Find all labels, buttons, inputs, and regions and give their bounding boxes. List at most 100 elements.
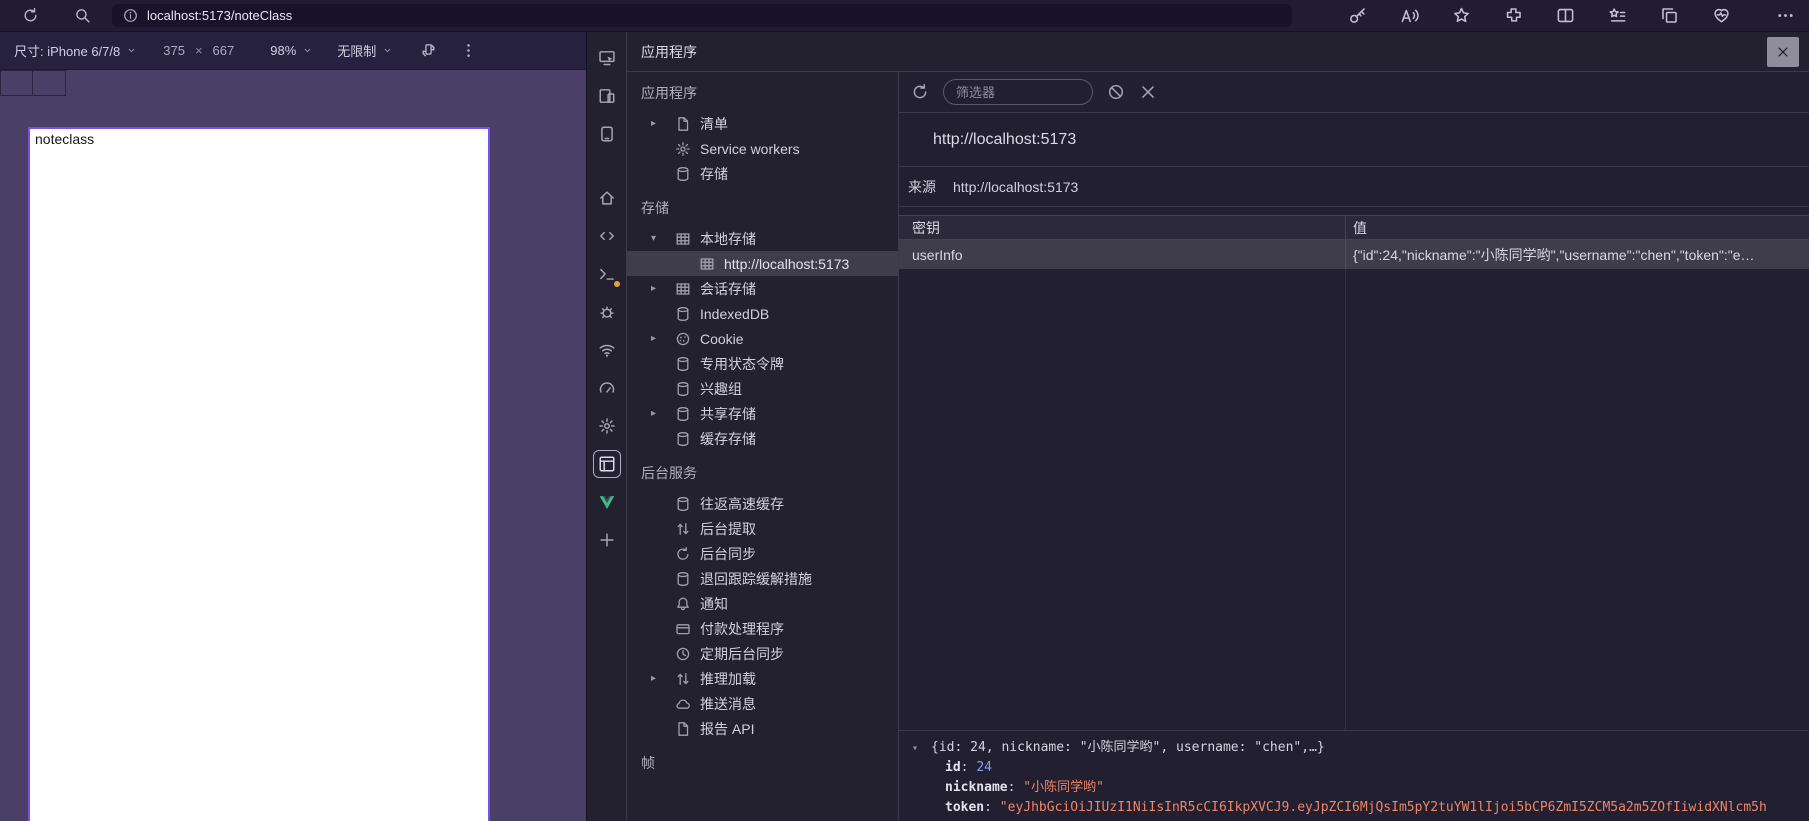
- zoom-select[interactable]: 98%: [270, 43, 313, 58]
- document-icon: [675, 721, 691, 737]
- table-row[interactable]: userInfo {"id":24,"nickname":"小陈同学哟","us…: [899, 240, 1809, 269]
- chevron-down-icon[interactable]: ▾: [912, 739, 931, 759]
- times-sign: ×: [194, 43, 203, 58]
- filter-input[interactable]: [943, 79, 1093, 105]
- close-icon: [1776, 45, 1790, 59]
- tree-item-local-storage[interactable]: 本地存储: [627, 226, 898, 251]
- rotate-device-icon[interactable]: [415, 38, 441, 64]
- application-sidebar: 应用程序 清单 Service workers 存储: [627, 72, 899, 821]
- viewport-width-input[interactable]: 375: [163, 43, 185, 58]
- favorites-bar-icon[interactable]: [1608, 6, 1627, 25]
- application-panel-icon[interactable]: [592, 450, 621, 478]
- delete-selected-icon[interactable]: [1139, 83, 1157, 101]
- read-aloud-icon[interactable]: [1400, 6, 1419, 25]
- section-application: 应用程序: [641, 85, 697, 101]
- close-devtools-button[interactable]: [1767, 36, 1799, 67]
- tree-item-manifest[interactable]: 清单: [627, 111, 898, 136]
- tree-item-push-messaging[interactable]: 推送消息: [627, 691, 898, 716]
- table-empty-area: [899, 269, 1809, 730]
- table-grid-icon: [675, 281, 691, 297]
- tree-item-payment-handler[interactable]: 付款处理程序: [627, 616, 898, 641]
- console-icon[interactable]: [593, 260, 621, 288]
- chevron-right-icon[interactable]: [651, 283, 675, 294]
- cloud-icon: [675, 696, 691, 712]
- tree-item-indexeddb[interactable]: IndexedDB: [627, 301, 898, 326]
- origin-row: 来源 http://localhost:5173: [899, 167, 1809, 207]
- network-icon[interactable]: [593, 336, 621, 364]
- devtools-panel: 应用程序 应用程序 清单 Service workers: [586, 32, 1809, 821]
- browser-actions: [1348, 6, 1795, 25]
- database-icon: [675, 431, 691, 447]
- more-tools-plus-icon[interactable]: [593, 526, 621, 554]
- tree-item-speculative-loads[interactable]: 推理加载: [627, 666, 898, 691]
- clock-icon: [675, 646, 691, 662]
- database-icon: [675, 406, 691, 422]
- tree-item-session-storage[interactable]: 会话存储: [627, 276, 898, 301]
- database-icon: [675, 571, 691, 587]
- performance-icon[interactable]: [593, 374, 621, 402]
- home-icon[interactable]: [593, 184, 621, 212]
- collections-icon[interactable]: [1660, 6, 1679, 25]
- split-screen-icon[interactable]: [1556, 6, 1575, 25]
- settings-gear-icon[interactable]: [593, 412, 621, 440]
- database-icon: [675, 166, 691, 182]
- device-emulation-icon[interactable]: [593, 82, 621, 110]
- tree-item-background-sync[interactable]: 后台同步: [627, 541, 898, 566]
- extensions-icon[interactable]: [1504, 6, 1523, 25]
- up-down-arrows-icon: [675, 521, 691, 537]
- chevron-right-icon[interactable]: [651, 408, 675, 419]
- row-key: userInfo: [899, 240, 1346, 269]
- sources-icon[interactable]: [593, 222, 621, 250]
- preview-summary[interactable]: ▾ {id: 24, nickname: "小陈同学哟", username: "…: [912, 738, 1809, 758]
- origin-label: 来源: [908, 178, 936, 195]
- chevron-right-icon[interactable]: [651, 118, 675, 129]
- password-key-icon[interactable]: [1348, 6, 1367, 25]
- database-icon: [675, 496, 691, 512]
- tree-item-notifications[interactable]: 通知: [627, 591, 898, 616]
- address-bar[interactable]: localhost:5173/noteClass: [112, 4, 1292, 27]
- browser-essentials-icon[interactable]: [1712, 6, 1731, 25]
- device-toolbar-menu-icon[interactable]: [455, 38, 481, 64]
- up-down-arrows-icon: [675, 671, 691, 687]
- refresh-icon[interactable]: [911, 83, 929, 101]
- page-viewport[interactable]: noteclass: [28, 127, 490, 821]
- device-frame-icon[interactable]: [593, 120, 621, 148]
- tree-item-bounce-tracking[interactable]: 退回跟踪缓解措施: [627, 566, 898, 591]
- chevron-down-icon: [382, 45, 393, 56]
- tree-item-cookies[interactable]: Cookie: [627, 326, 898, 351]
- tree-item-periodic-sync[interactable]: 定期后台同步: [627, 641, 898, 666]
- clear-all-icon[interactable]: [1107, 83, 1125, 101]
- tree-item-interest-groups[interactable]: 兴趣组: [627, 376, 898, 401]
- reload-icon[interactable]: [16, 2, 44, 30]
- tree-item-local-storage-origin[interactable]: http://localhost:5173: [627, 251, 898, 276]
- favorite-add-icon[interactable]: [1452, 6, 1471, 25]
- chevron-down-icon: [302, 45, 313, 56]
- tree-item-cache-storage[interactable]: 缓存存储: [627, 426, 898, 451]
- device-size-select[interactable]: 尺寸: iPhone 6/7/8: [14, 41, 137, 60]
- tree-item-background-fetch[interactable]: 后台提取: [627, 516, 898, 541]
- site-info-icon[interactable]: [123, 8, 138, 23]
- vue-devtools-icon[interactable]: [593, 488, 621, 516]
- storage-key-bar[interactable]: http://localhost:5173: [899, 113, 1809, 167]
- settings-more-icon[interactable]: [1776, 6, 1795, 25]
- tree-item-service-workers[interactable]: Service workers: [627, 136, 898, 161]
- storage-toolbar: [899, 72, 1809, 113]
- device-toolbar: 尺寸: iPhone 6/7/8 375 × 667 98% 无限制: [0, 32, 586, 70]
- table-grid-icon: [699, 256, 715, 272]
- debugger-icon[interactable]: [593, 298, 621, 326]
- page-text: noteclass: [35, 131, 95, 147]
- viewport-height-input[interactable]: 667: [213, 43, 235, 58]
- tree-item-reporting-api[interactable]: 报告 API: [627, 716, 898, 741]
- throttling-select[interactable]: 无限制: [337, 41, 393, 60]
- chevron-down-icon[interactable]: [651, 233, 675, 244]
- chevron-right-icon[interactable]: [651, 333, 675, 344]
- ruler-cell: [33, 70, 66, 96]
- chevron-right-icon[interactable]: [651, 673, 675, 684]
- tree-item-storage[interactable]: 存储: [627, 161, 898, 186]
- inspect-icon[interactable]: [593, 44, 621, 72]
- search-icon[interactable]: [68, 2, 96, 30]
- tree-item-private-state-tokens[interactable]: 专用状态令牌: [627, 351, 898, 376]
- tree-item-bfcache[interactable]: 往返高速缓存: [627, 491, 898, 516]
- database-icon: [675, 356, 691, 372]
- tree-item-shared-storage[interactable]: 共享存储: [627, 401, 898, 426]
